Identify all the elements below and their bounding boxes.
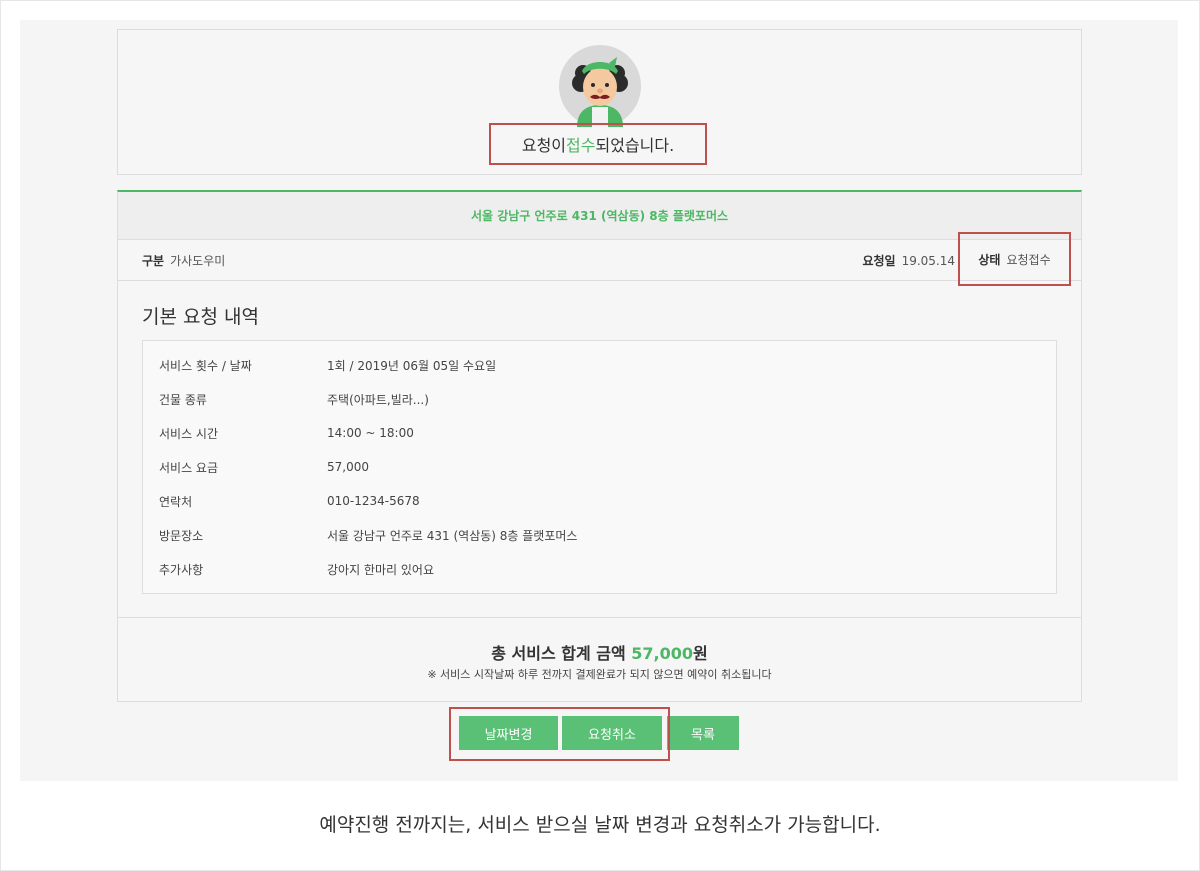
info-row: 서비스 시간 14:00 ~ 18:00 — [159, 423, 414, 443]
cancellation-notice: ※ 서비스 시작날짜 하루 전까지 결제완료가 되지 않으면 예약이 취소됩니다 — [427, 668, 772, 681]
info-label: 추가사항 — [159, 562, 204, 577]
info-row: 방문장소 서울 강남구 언주로 431 (역삼동) 8층 플랫포머스 — [159, 525, 577, 545]
info-value: 1회 / 2019년 06월 05일 수요일 — [327, 358, 497, 373]
request-date-value: 19.05.14 — [901, 253, 955, 268]
address-text: 서울 강남구 언주로 431 (역삼동) 8층 플랫포머스 — [470, 209, 729, 223]
info-value: 강아지 한마리 있어요 — [327, 562, 434, 577]
request-detail-card: 서울 강남구 언주로 431 (역삼동) 8층 플랫포머스 구분 가사도우미 요… — [117, 190, 1082, 702]
request-date-field: 요청일 19.05.14 — [862, 240, 955, 281]
info-row: 서비스 요금 57,000 — [159, 457, 369, 477]
info-value: 주택(아파트,빌라...) — [327, 392, 429, 407]
info-label: 서비스 요금 — [159, 460, 219, 475]
meta-bar: 구분 가사도우미 요청일 19.05.14 — [118, 240, 1081, 281]
section-title: 기본 요청 내역 — [142, 306, 259, 328]
message-suffix: 되었습니다. — [595, 136, 675, 155]
info-row: 연락처 010-1234-5678 — [159, 491, 420, 511]
status-value: 요청접수 — [1006, 252, 1051, 267]
category-value: 가사도우미 — [170, 254, 226, 268]
info-value: 서울 강남구 언주로 431 (역삼동) 8층 플랫포머스 — [327, 528, 578, 543]
info-value: 57,000 — [327, 460, 369, 474]
message-highlight: 접수 — [566, 136, 596, 155]
info-label: 연락처 — [159, 494, 193, 509]
total-amount-line: 총 서비스 합계 금액 57,000원 — [118, 640, 1081, 664]
info-label: 건물 종류 — [159, 392, 207, 407]
caption-text: 예약진행 전까지는, 서비스 받으실 날짜 변경과 요청취소가 가능합니다. — [319, 814, 881, 836]
request-info-table: 서비스 횟수 / 날짜 1회 / 2019년 06월 05일 수요일 건물 종류… — [142, 340, 1057, 594]
info-row: 건물 종류 주택(아파트,빌라...) — [159, 389, 429, 409]
request-received-message: 요청이 접수 되었습니다. — [489, 123, 707, 165]
total-unit: 원 — [693, 644, 708, 663]
request-date-label: 요청일 — [862, 254, 896, 268]
info-label: 서비스 시간 — [159, 426, 219, 441]
change-date-button[interactable]: 날짜변경 — [459, 716, 558, 750]
total-section: 총 서비스 합계 금액 57,000원 ※ 서비스 시작날짜 하루 전까지 결제… — [118, 617, 1081, 702]
confirmation-card: 요청이 접수 되었습니다. — [117, 29, 1082, 175]
message-prefix: 요청이 — [521, 136, 567, 155]
category-label: 구분 — [142, 254, 165, 268]
total-label: 총 서비스 합계 금액 — [491, 644, 632, 663]
cancel-request-button[interactable]: 요청취소 — [562, 716, 662, 750]
info-row: 서비스 횟수 / 날짜 1회 / 2019년 06월 05일 수요일 — [159, 355, 496, 375]
info-value: 010-1234-5678 — [327, 494, 420, 508]
total-amount: 57,000 — [631, 644, 694, 663]
status-field: 상태 요청접수 — [958, 232, 1071, 286]
status-label: 상태 — [978, 252, 1001, 267]
category-field: 구분 가사도우미 — [142, 240, 225, 281]
info-label: 서비스 횟수 / 날짜 — [159, 358, 252, 373]
address-bar: 서울 강남구 언주로 431 (역삼동) 8층 플랫포머스 — [118, 192, 1081, 240]
info-value: 14:00 ~ 18:00 — [327, 426, 414, 440]
info-row: 추가사항 강아지 한마리 있어요 — [159, 559, 434, 579]
helper-avatar-icon — [559, 45, 641, 127]
list-button[interactable]: 목록 — [667, 716, 739, 750]
info-label: 방문장소 — [159, 528, 204, 543]
